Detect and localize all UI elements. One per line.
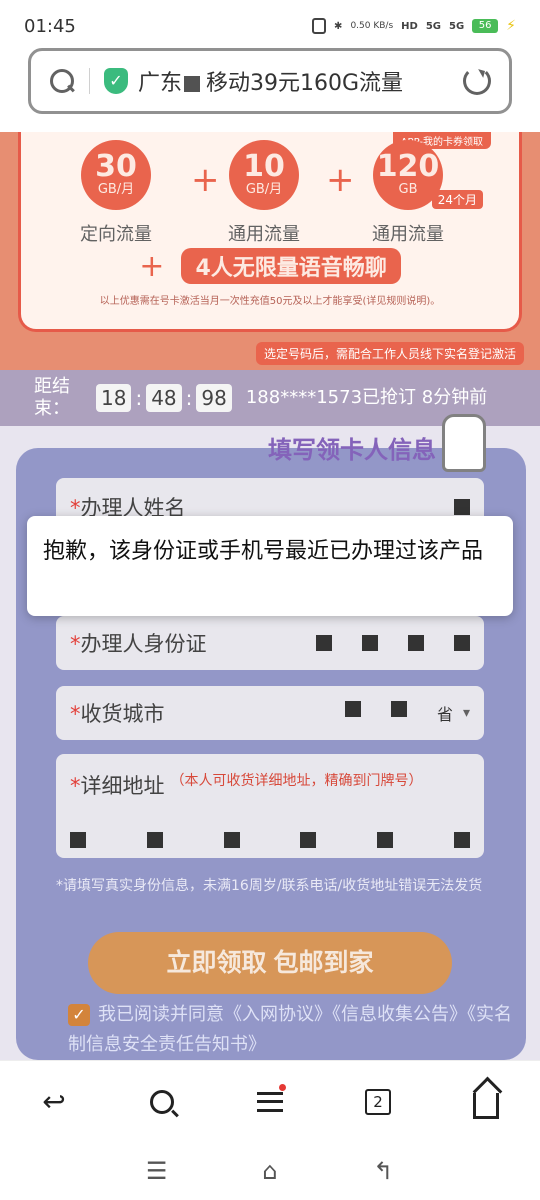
system-nav-bar: ☰ ⌂ ↰ [0,1142,540,1200]
home-button[interactable] [456,1072,516,1132]
notification-dot [279,1083,286,1091]
menu-button[interactable] [240,1072,300,1132]
back-icon[interactable]: ↩ [24,1072,84,1132]
error-toast: 抱歉，该身份证或手机号最近已办理过该产品 [27,516,513,616]
search-button[interactable] [132,1072,192,1132]
menu-icon [257,1091,283,1112]
browser-toolbar: ↩ 2 [0,1060,540,1142]
toast-message: 抱歉，该身份证或手机号最近已办理过该产品 [43,539,484,564]
recent-apps-icon[interactable]: ☰ [137,1157,177,1185]
tabs-icon: 2 [365,1088,391,1115]
search-icon [150,1089,174,1114]
home-icon [473,1092,499,1119]
tabs-button[interactable]: 2 [348,1072,408,1132]
system-home-icon[interactable]: ⌂ [250,1157,290,1185]
system-back-icon[interactable]: ↰ [363,1157,403,1185]
